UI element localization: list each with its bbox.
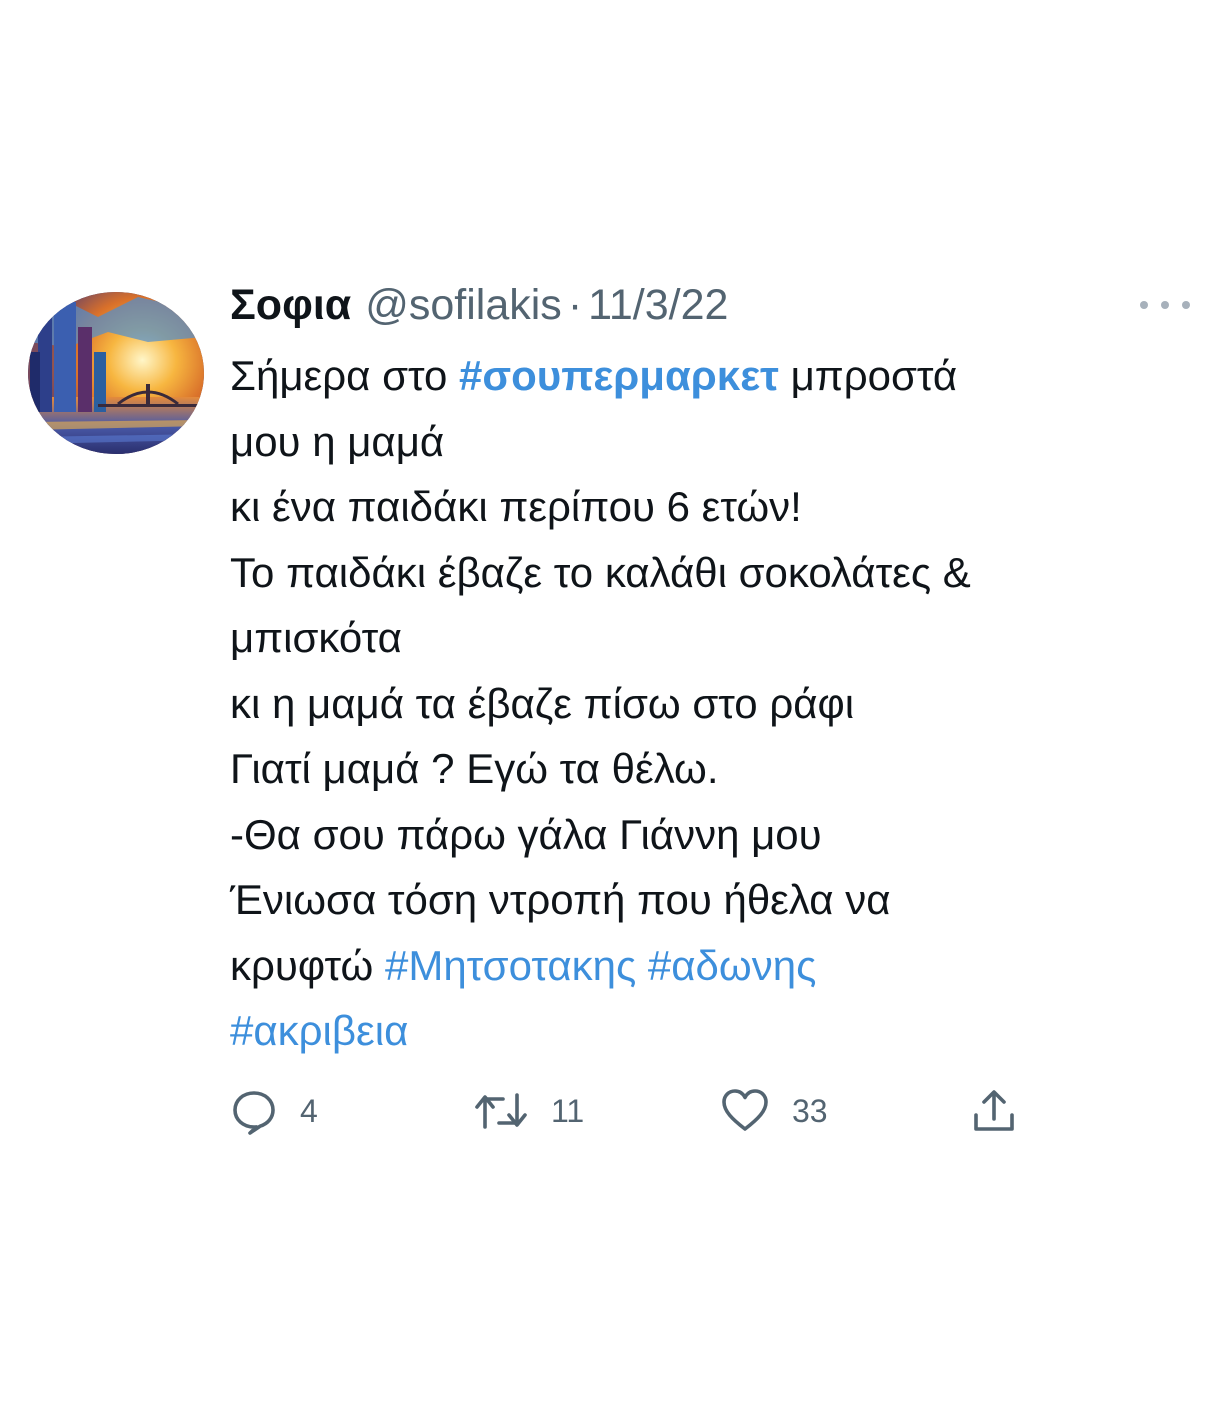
more-options-icon[interactable]: [1140, 290, 1190, 320]
reply-button[interactable]: 4: [230, 1085, 318, 1137]
tweet-text: Σήμερα στο #σουπερμαρκετ μπροστά μου η μ…: [230, 343, 1200, 1064]
retweet-count: 11: [551, 1092, 585, 1129]
tweet-line: κρυφτώ #Μητσοτακης #αδωνης: [230, 933, 1200, 999]
author-name[interactable]: Σοφια: [230, 281, 351, 330]
share-icon: [974, 1090, 1014, 1131]
header-separator: ·: [567, 280, 583, 329]
tweet-date[interactable]: 11/3/22: [588, 281, 728, 330]
more-dot: [1140, 301, 1148, 309]
tweet-line: Γιατί μαμά ? Εγώ τα θέλω.: [230, 745, 719, 792]
like-count: 33: [792, 1092, 828, 1129]
tweet-line: Σήμερα στο #σουπερμαρκετ μπροστά: [230, 343, 1200, 409]
tweet-line: -Θα σου πάρω γάλα Γιάννη μου: [230, 810, 822, 858]
more-dot: [1161, 301, 1169, 309]
tweet-line: μου η μαμά: [230, 417, 445, 465]
text-segment: κρυφτώ: [230, 941, 385, 989]
tweet-actions: 4 11 33: [230, 1085, 1030, 1137]
reply-count: 4: [300, 1092, 318, 1129]
tweet-line: Το παιδάκι έβαζε το καλάθι σοκολάτες &: [230, 548, 971, 596]
tweet-header: Σοφια @sofilakis · 11/3/22: [230, 278, 728, 332]
reply-icon: [233, 1091, 275, 1135]
hashtag-link[interactable]: #ακριβεια: [230, 1007, 408, 1054]
retweet-icon: [475, 1093, 527, 1129]
like-button[interactable]: 33: [720, 1085, 828, 1137]
tweet-line: μπισκότα: [230, 614, 402, 661]
author-handle[interactable]: @sofilakis: [365, 281, 562, 330]
tweet-card: Σοφια @sofilakis · 11/3/22 Σήμερα στο #σ…: [0, 0, 1227, 1413]
hashtag-link[interactable]: #σουπερμαρκετ: [459, 352, 779, 399]
text-segment: Σήμερα στο: [230, 352, 460, 399]
retweet-button[interactable]: 11: [473, 1085, 584, 1137]
avatar[interactable]: [28, 292, 204, 454]
hashtag-link[interactable]: #Μητσοτακης: [385, 942, 636, 989]
share-button[interactable]: [970, 1085, 1018, 1137]
hashtag-link[interactable]: #αδωνης: [648, 942, 816, 989]
more-dot: [1182, 301, 1190, 309]
text-segment: μπροστά: [778, 352, 958, 399]
tweet-line: κι ένα παιδάκι περίπου 6 ετών!: [230, 483, 802, 530]
tweet-line: #ακριβεια: [230, 998, 1200, 1064]
heart-icon: [722, 1089, 768, 1131]
tweet-line: κι η μαμά τα έβαζε πίσω στο ράφι: [230, 679, 855, 727]
tweet-line: Ένιωσα τόση ντροπή που ήθελα να: [230, 876, 891, 923]
avatar-painting-image: [28, 292, 204, 454]
